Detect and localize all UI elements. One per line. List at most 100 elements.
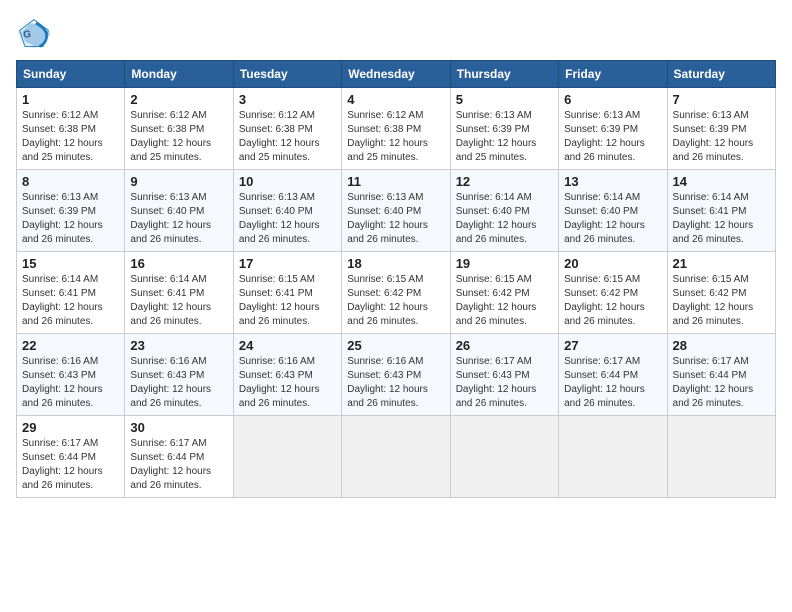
calendar-cell: 29 Sunrise: 6:17 AM Sunset: 6:44 PM Dayl…	[17, 416, 125, 498]
day-info: Sunrise: 6:14 AM Sunset: 6:41 PM Dayligh…	[22, 273, 119, 329]
day-number: 25	[347, 338, 444, 353]
day-info: Sunrise: 6:12 AM Sunset: 6:38 PM Dayligh…	[347, 109, 444, 165]
calendar-cell: 6 Sunrise: 6:13 AM Sunset: 6:39 PM Dayli…	[559, 88, 667, 170]
day-number: 12	[456, 174, 553, 189]
day-number: 18	[347, 256, 444, 271]
calendar-cell: 21 Sunrise: 6:15 AM Sunset: 6:42 PM Dayl…	[667, 252, 775, 334]
day-number: 27	[564, 338, 661, 353]
calendar-cell: 30 Sunrise: 6:17 AM Sunset: 6:44 PM Dayl…	[125, 416, 233, 498]
calendar-cell: 15 Sunrise: 6:14 AM Sunset: 6:41 PM Dayl…	[17, 252, 125, 334]
week-row-2: 8 Sunrise: 6:13 AM Sunset: 6:39 PM Dayli…	[17, 170, 776, 252]
logo: G	[16, 16, 56, 52]
calendar-cell	[233, 416, 341, 498]
day-header-monday: Monday	[125, 61, 233, 88]
day-info: Sunrise: 6:15 AM Sunset: 6:42 PM Dayligh…	[673, 273, 770, 329]
calendar-cell: 2 Sunrise: 6:12 AM Sunset: 6:38 PM Dayli…	[125, 88, 233, 170]
week-row-4: 22 Sunrise: 6:16 AM Sunset: 6:43 PM Dayl…	[17, 334, 776, 416]
week-row-5: 29 Sunrise: 6:17 AM Sunset: 6:44 PM Dayl…	[17, 416, 776, 498]
day-info: Sunrise: 6:17 AM Sunset: 6:44 PM Dayligh…	[130, 437, 227, 493]
day-info: Sunrise: 6:15 AM Sunset: 6:42 PM Dayligh…	[564, 273, 661, 329]
calendar-cell: 9 Sunrise: 6:13 AM Sunset: 6:40 PM Dayli…	[125, 170, 233, 252]
calendar-cell: 17 Sunrise: 6:15 AM Sunset: 6:41 PM Dayl…	[233, 252, 341, 334]
day-number: 6	[564, 92, 661, 107]
day-number: 24	[239, 338, 336, 353]
day-header-friday: Friday	[559, 61, 667, 88]
day-info: Sunrise: 6:13 AM Sunset: 6:39 PM Dayligh…	[456, 109, 553, 165]
day-info: Sunrise: 6:17 AM Sunset: 6:44 PM Dayligh…	[564, 355, 661, 411]
calendar-table: SundayMondayTuesdayWednesdayThursdayFrid…	[16, 60, 776, 498]
day-info: Sunrise: 6:15 AM Sunset: 6:41 PM Dayligh…	[239, 273, 336, 329]
calendar-header-row: SundayMondayTuesdayWednesdayThursdayFrid…	[17, 61, 776, 88]
day-info: Sunrise: 6:16 AM Sunset: 6:43 PM Dayligh…	[347, 355, 444, 411]
calendar-cell: 28 Sunrise: 6:17 AM Sunset: 6:44 PM Dayl…	[667, 334, 775, 416]
day-header-tuesday: Tuesday	[233, 61, 341, 88]
logo-icon: G	[16, 16, 52, 52]
calendar-cell: 18 Sunrise: 6:15 AM Sunset: 6:42 PM Dayl…	[342, 252, 450, 334]
calendar-cell	[342, 416, 450, 498]
calendar-cell: 3 Sunrise: 6:12 AM Sunset: 6:38 PM Dayli…	[233, 88, 341, 170]
day-info: Sunrise: 6:12 AM Sunset: 6:38 PM Dayligh…	[239, 109, 336, 165]
week-row-1: 1 Sunrise: 6:12 AM Sunset: 6:38 PM Dayli…	[17, 88, 776, 170]
day-info: Sunrise: 6:16 AM Sunset: 6:43 PM Dayligh…	[239, 355, 336, 411]
day-info: Sunrise: 6:13 AM Sunset: 6:40 PM Dayligh…	[130, 191, 227, 247]
day-number: 23	[130, 338, 227, 353]
day-info: Sunrise: 6:14 AM Sunset: 6:40 PM Dayligh…	[456, 191, 553, 247]
day-info: Sunrise: 6:16 AM Sunset: 6:43 PM Dayligh…	[130, 355, 227, 411]
day-info: Sunrise: 6:17 AM Sunset: 6:43 PM Dayligh…	[456, 355, 553, 411]
week-row-3: 15 Sunrise: 6:14 AM Sunset: 6:41 PM Dayl…	[17, 252, 776, 334]
calendar-cell: 22 Sunrise: 6:16 AM Sunset: 6:43 PM Dayl…	[17, 334, 125, 416]
day-info: Sunrise: 6:12 AM Sunset: 6:38 PM Dayligh…	[22, 109, 119, 165]
day-info: Sunrise: 6:12 AM Sunset: 6:38 PM Dayligh…	[130, 109, 227, 165]
day-number: 7	[673, 92, 770, 107]
day-number: 14	[673, 174, 770, 189]
calendar-cell	[667, 416, 775, 498]
day-number: 8	[22, 174, 119, 189]
day-info: Sunrise: 6:13 AM Sunset: 6:39 PM Dayligh…	[564, 109, 661, 165]
day-number: 16	[130, 256, 227, 271]
calendar-cell: 20 Sunrise: 6:15 AM Sunset: 6:42 PM Dayl…	[559, 252, 667, 334]
day-number: 30	[130, 420, 227, 435]
calendar-cell: 26 Sunrise: 6:17 AM Sunset: 6:43 PM Dayl…	[450, 334, 558, 416]
day-info: Sunrise: 6:15 AM Sunset: 6:42 PM Dayligh…	[347, 273, 444, 329]
calendar-cell: 23 Sunrise: 6:16 AM Sunset: 6:43 PM Dayl…	[125, 334, 233, 416]
day-info: Sunrise: 6:13 AM Sunset: 6:39 PM Dayligh…	[673, 109, 770, 165]
calendar-cell: 7 Sunrise: 6:13 AM Sunset: 6:39 PM Dayli…	[667, 88, 775, 170]
day-number: 1	[22, 92, 119, 107]
calendar-cell: 4 Sunrise: 6:12 AM Sunset: 6:38 PM Dayli…	[342, 88, 450, 170]
calendar-cell: 8 Sunrise: 6:13 AM Sunset: 6:39 PM Dayli…	[17, 170, 125, 252]
calendar-cell: 10 Sunrise: 6:13 AM Sunset: 6:40 PM Dayl…	[233, 170, 341, 252]
day-number: 21	[673, 256, 770, 271]
day-info: Sunrise: 6:16 AM Sunset: 6:43 PM Dayligh…	[22, 355, 119, 411]
calendar-cell: 13 Sunrise: 6:14 AM Sunset: 6:40 PM Dayl…	[559, 170, 667, 252]
day-number: 20	[564, 256, 661, 271]
day-info: Sunrise: 6:15 AM Sunset: 6:42 PM Dayligh…	[456, 273, 553, 329]
day-info: Sunrise: 6:14 AM Sunset: 6:41 PM Dayligh…	[130, 273, 227, 329]
day-info: Sunrise: 6:14 AM Sunset: 6:41 PM Dayligh…	[673, 191, 770, 247]
day-number: 2	[130, 92, 227, 107]
calendar-cell: 1 Sunrise: 6:12 AM Sunset: 6:38 PM Dayli…	[17, 88, 125, 170]
day-info: Sunrise: 6:13 AM Sunset: 6:40 PM Dayligh…	[239, 191, 336, 247]
calendar-cell: 25 Sunrise: 6:16 AM Sunset: 6:43 PM Dayl…	[342, 334, 450, 416]
day-number: 15	[22, 256, 119, 271]
day-number: 26	[456, 338, 553, 353]
page-header: G	[16, 16, 776, 52]
calendar-cell: 14 Sunrise: 6:14 AM Sunset: 6:41 PM Dayl…	[667, 170, 775, 252]
calendar-cell: 27 Sunrise: 6:17 AM Sunset: 6:44 PM Dayl…	[559, 334, 667, 416]
day-info: Sunrise: 6:17 AM Sunset: 6:44 PM Dayligh…	[673, 355, 770, 411]
svg-text:G: G	[23, 30, 31, 41]
calendar-cell: 24 Sunrise: 6:16 AM Sunset: 6:43 PM Dayl…	[233, 334, 341, 416]
calendar-cell	[450, 416, 558, 498]
day-info: Sunrise: 6:17 AM Sunset: 6:44 PM Dayligh…	[22, 437, 119, 493]
day-header-sunday: Sunday	[17, 61, 125, 88]
day-info: Sunrise: 6:14 AM Sunset: 6:40 PM Dayligh…	[564, 191, 661, 247]
calendar-cell	[559, 416, 667, 498]
day-number: 10	[239, 174, 336, 189]
day-header-thursday: Thursday	[450, 61, 558, 88]
calendar-cell: 11 Sunrise: 6:13 AM Sunset: 6:40 PM Dayl…	[342, 170, 450, 252]
day-number: 3	[239, 92, 336, 107]
day-info: Sunrise: 6:13 AM Sunset: 6:40 PM Dayligh…	[347, 191, 444, 247]
calendar-cell: 16 Sunrise: 6:14 AM Sunset: 6:41 PM Dayl…	[125, 252, 233, 334]
day-number: 4	[347, 92, 444, 107]
day-number: 5	[456, 92, 553, 107]
day-number: 9	[130, 174, 227, 189]
